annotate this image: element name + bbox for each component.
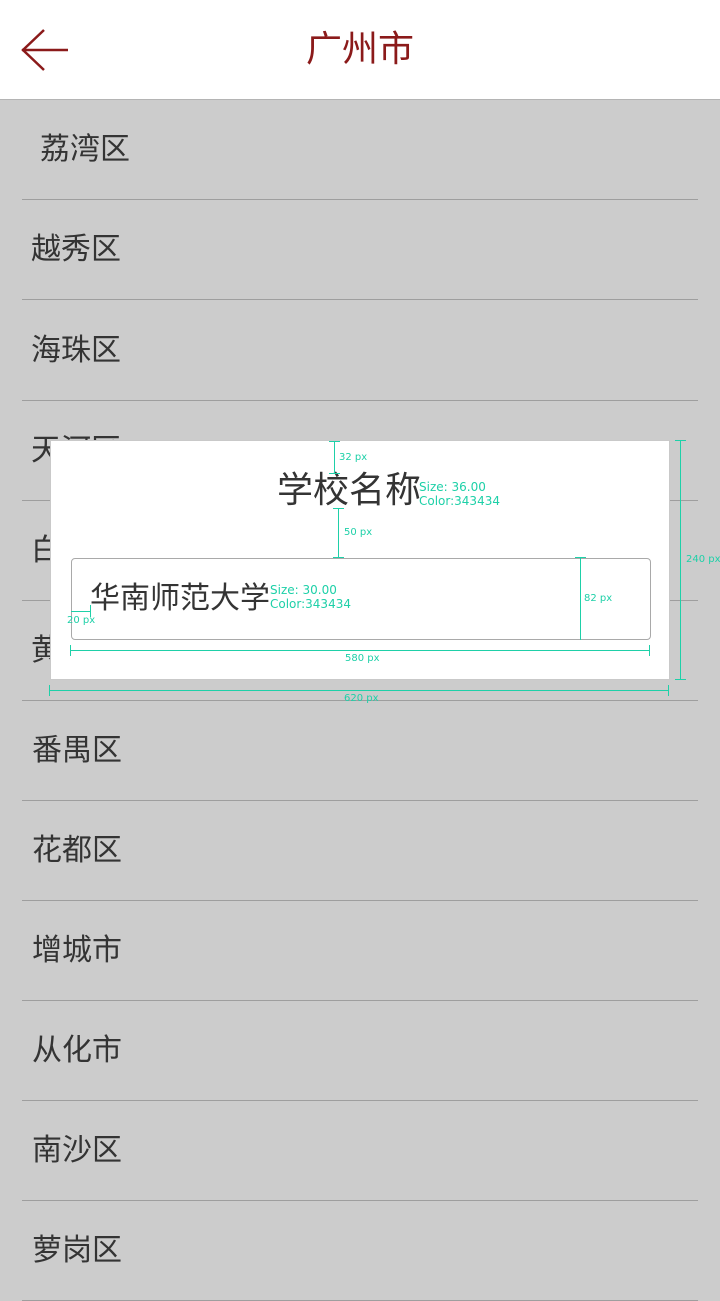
dim-tick xyxy=(668,685,669,696)
dim-line-card-height xyxy=(680,440,681,680)
list-item-label: 萝岗区 xyxy=(32,1233,122,1268)
dim-tick xyxy=(329,441,340,442)
dim-line-field-width xyxy=(70,650,650,651)
app-header: 广州市 xyxy=(0,0,720,100)
field-spec-size: Size: 30.00 xyxy=(270,583,337,597)
field-spec-color: Color:343434 xyxy=(270,597,351,611)
list-item-label: 荔湾区 xyxy=(40,132,130,167)
dim-tick xyxy=(333,557,344,558)
school-name-field[interactable]: 华南师范大学 Size: 30.00 Color:343434 xyxy=(71,558,651,640)
page-title: 广州市 xyxy=(305,29,414,70)
dim-label-field-height: 82 px xyxy=(584,593,613,604)
dim-line-top xyxy=(334,441,335,473)
dim-line-gap xyxy=(338,508,339,558)
list-item[interactable]: 海珠区 xyxy=(22,301,698,401)
list-item[interactable]: 南沙区 xyxy=(22,1101,698,1201)
list-item-label: 从化市 xyxy=(32,1033,122,1068)
dim-label-card-width: 620 px xyxy=(344,693,379,704)
dim-line-card-width xyxy=(49,690,669,691)
dim-line-left-pad xyxy=(71,611,91,612)
list-item-label: 越秀区 xyxy=(31,232,121,267)
dim-tick xyxy=(675,440,686,441)
list-item[interactable]: 越秀区 xyxy=(22,200,698,300)
list-item[interactable]: 从化市 xyxy=(22,1001,698,1101)
list-item-label: 番禺区 xyxy=(32,733,122,768)
dim-tick xyxy=(675,679,686,680)
dim-tick xyxy=(49,685,50,696)
dim-label-gap: 50 px xyxy=(344,527,373,538)
list-item[interactable]: 增城市 xyxy=(22,901,698,1001)
school-name-value: 华南师范大学 xyxy=(90,581,270,616)
dim-tick xyxy=(70,645,71,656)
title-spec-color: Color:343434 xyxy=(419,494,500,508)
dim-label-top: 32 px xyxy=(339,452,368,463)
list-item[interactable]: 花都区 xyxy=(22,801,698,901)
title-spec-size: Size: 36.00 xyxy=(419,480,486,494)
dim-label-left-pad: 20 px xyxy=(67,615,96,626)
list-item-label: 增城市 xyxy=(32,933,122,968)
dim-tick xyxy=(329,473,340,474)
list-item-label: 南沙区 xyxy=(32,1133,122,1168)
list-item[interactable]: 荔湾区 xyxy=(22,100,698,200)
overlay-title: 学校名称 xyxy=(277,470,422,511)
dim-label-field-width: 580 px xyxy=(345,653,380,664)
dim-tick xyxy=(649,645,650,656)
list-item-label: 海珠区 xyxy=(31,333,121,368)
spec-overlay-card: 学校名称 Size: 36.00 Color:343434 华南师范大学 Siz… xyxy=(50,440,670,680)
dim-tick xyxy=(333,508,344,509)
list-item[interactable]: 萝岗区 xyxy=(22,1201,698,1301)
list-item[interactable]: 番禺区 xyxy=(22,701,698,801)
dim-line-field-height xyxy=(580,558,581,640)
list-item-label: 花都区 xyxy=(32,833,122,868)
dim-tick xyxy=(575,557,586,558)
dim-label-card-height: 240 px xyxy=(686,554,720,565)
